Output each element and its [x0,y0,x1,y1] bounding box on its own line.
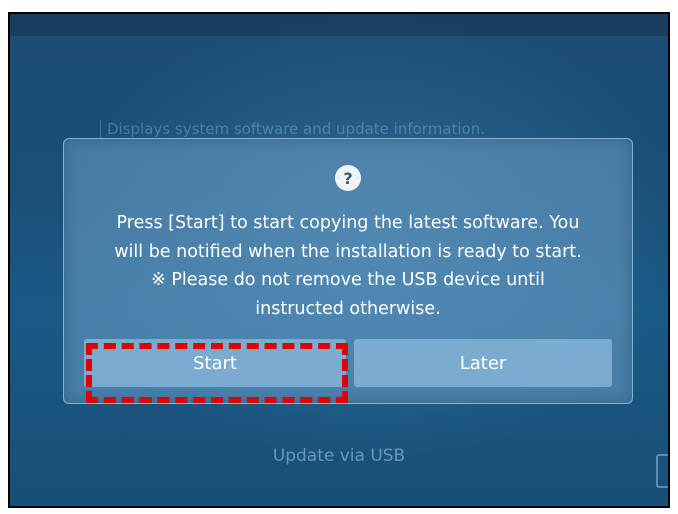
car-display-screen: Displays system software and update info… [8,12,670,508]
update-via-usb-label: Update via USB [272,446,406,466]
start-button[interactable]: Start [84,339,346,387]
update-confirm-dialog: ? Press [Start] to start copying the lat… [63,138,633,404]
message-line-1: Press [Start] to start copying the lates… [116,213,580,233]
side-button-edge [656,454,668,488]
message-line-4: instructed otherwise. [255,298,441,319]
dialog-message: Press [Start] to start copying the lates… [78,209,618,323]
later-button[interactable]: Later [354,339,612,387]
message-line-2: will be notified when the installation i… [114,241,582,262]
question-icon: ? [335,165,361,191]
message-line-3: ※ Please do not remove the USB device un… [151,270,545,290]
top-bar [10,14,668,36]
background-description: Displays system software and update info… [100,120,485,138]
